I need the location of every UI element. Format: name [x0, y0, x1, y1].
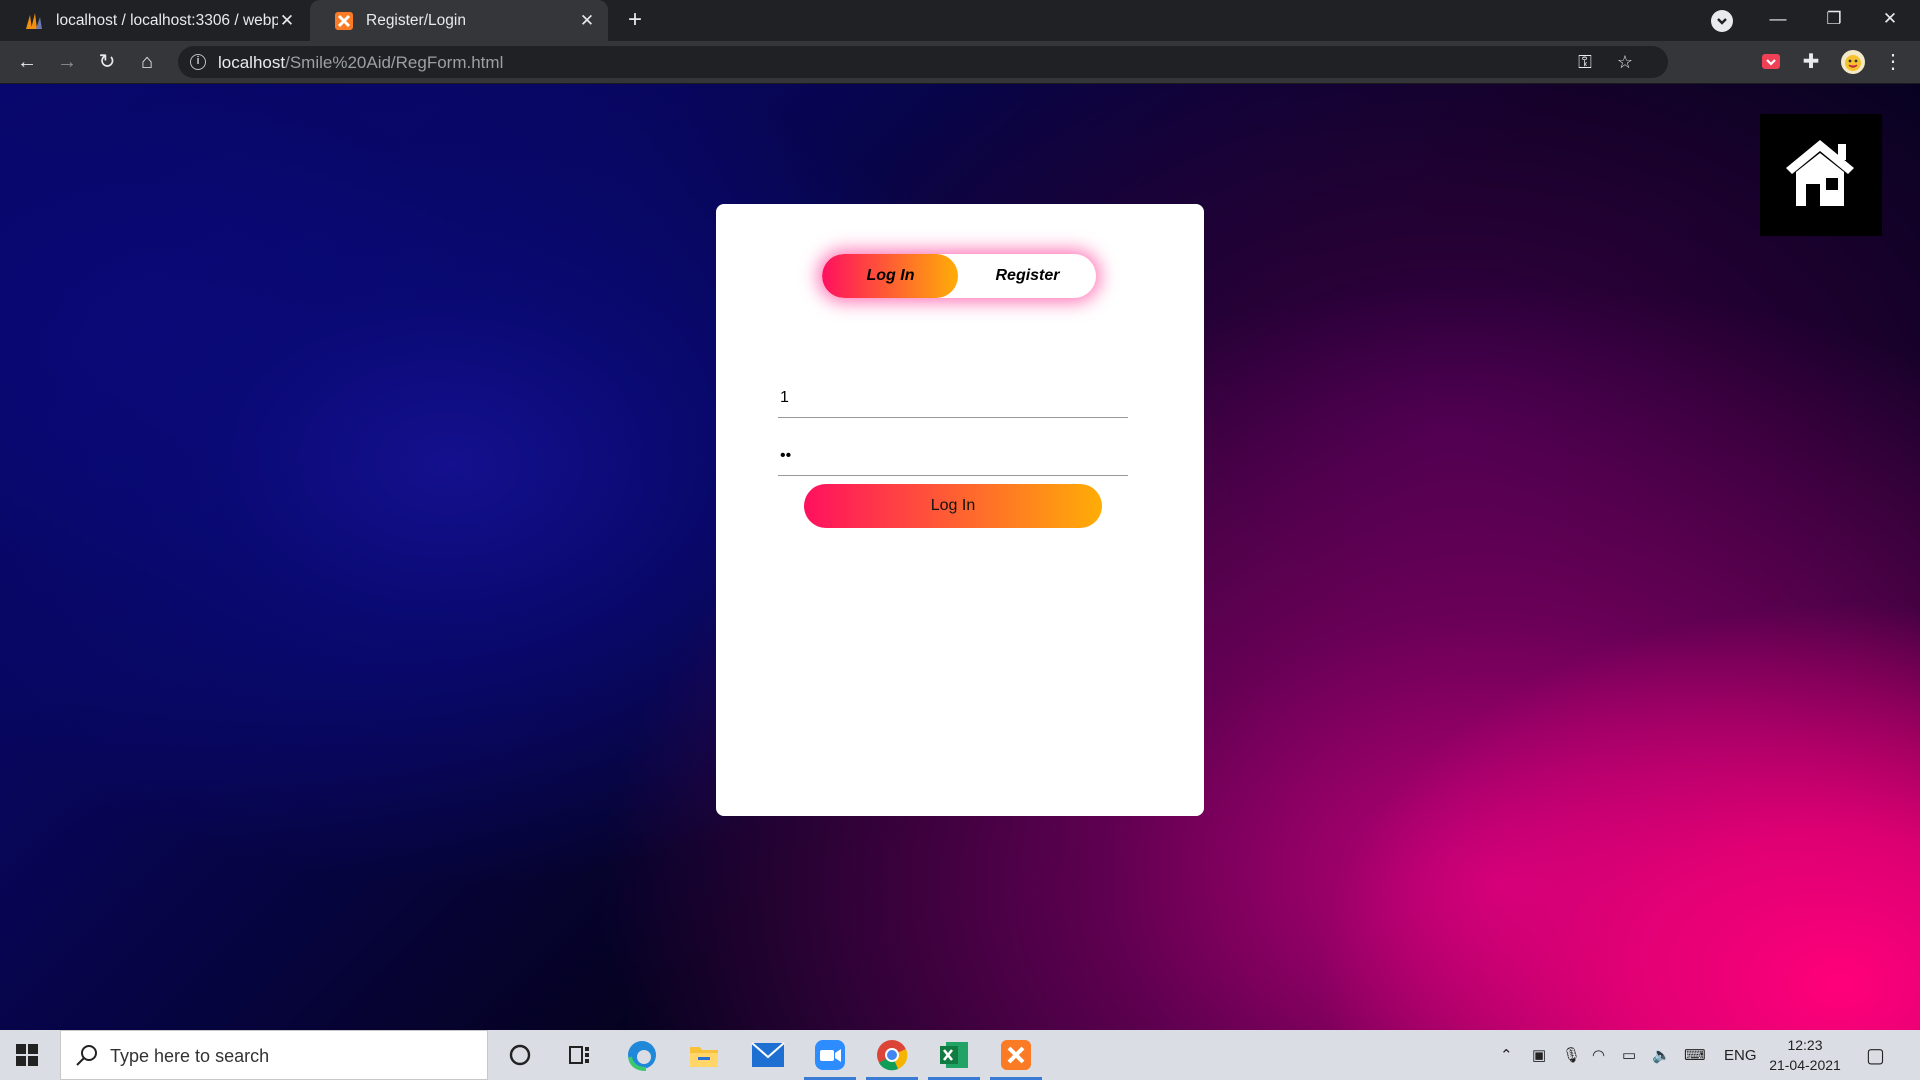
- show-hidden-icons-chevron[interactable]: ⌃: [1500, 1030, 1513, 1080]
- phpmyadmin-favicon-icon: [26, 12, 42, 29]
- clock[interactable]: 12:23 21-04-2021: [1760, 1035, 1850, 1075]
- clock-time: 12:23: [1787, 1037, 1823, 1053]
- home-button[interactable]: [1760, 114, 1882, 236]
- toggle-register-button[interactable]: Register: [959, 254, 1096, 298]
- windows-taskbar: Type here to search ⌃ ▣ 🎙 ◠ ▭ 🔈 ⌨ ENG 12…: [0, 1030, 1920, 1080]
- close-tab-icon[interactable]: ✕: [278, 11, 296, 30]
- close-tab-icon[interactable]: ✕: [578, 11, 596, 30]
- keyboard-icon[interactable]: ⌨: [1684, 1030, 1706, 1080]
- toggle-login-button[interactable]: Log In: [822, 254, 959, 298]
- key-icon[interactable]: ⚿: [1574, 51, 1596, 73]
- close-window-icon[interactable]: ✕: [1862, 0, 1918, 41]
- tab-title: localhost / localhost:3306 / webp: [56, 11, 278, 29]
- clock-date: 21-04-2021: [1769, 1057, 1841, 1073]
- wifi-icon[interactable]: ◠: [1592, 1030, 1605, 1080]
- address-bar[interactable]: i localhost/Smile%20Aid/RegForm.html ⚿ ☆: [178, 46, 1668, 78]
- url-text[interactable]: localhost/Smile%20Aid/RegForm.html: [218, 53, 503, 73]
- meet-now-icon[interactable]: ▣: [1532, 1030, 1546, 1080]
- mail-icon[interactable]: [738, 1030, 798, 1080]
- page-background: Log In Register Log In: [0, 84, 1920, 1030]
- username-input[interactable]: [778, 378, 1128, 418]
- taskbar-search-box[interactable]: Type here to search: [60, 1030, 488, 1080]
- zoom-app-icon[interactable]: [800, 1030, 860, 1080]
- tab-phpmyadmin[interactable]: localhost / localhost:3306 / webp ✕: [0, 0, 308, 41]
- task-view-icon[interactable]: [550, 1030, 610, 1080]
- file-explorer-icon[interactable]: [674, 1030, 734, 1080]
- login-register-toggle: Log In Register: [822, 254, 1096, 298]
- restore-icon[interactable]: ❐: [1806, 0, 1862, 41]
- notifications-icon[interactable]: ▢: [1866, 1030, 1885, 1080]
- tab-register-login[interactable]: Register/Login ✕: [310, 0, 608, 41]
- pocket-extension-icon[interactable]: [1758, 49, 1784, 75]
- browser-tab-strip: localhost / localhost:3306 / webp ✕ Regi…: [0, 0, 1920, 41]
- search-icon: [76, 1045, 97, 1066]
- login-submit-button[interactable]: Log In: [804, 484, 1102, 528]
- tab-title: Register/Login: [366, 11, 466, 29]
- edge-browser-icon[interactable]: [612, 1030, 672, 1080]
- extensions-puzzle-icon[interactable]: ✚: [1798, 49, 1824, 75]
- new-tab-icon[interactable]: +: [622, 8, 648, 34]
- windows-start-icon[interactable]: [16, 1044, 38, 1066]
- battery-icon[interactable]: ▭: [1622, 1030, 1636, 1080]
- forward-icon[interactable]: →: [54, 49, 80, 75]
- xampp-icon[interactable]: [986, 1030, 1046, 1080]
- excel-icon[interactable]: [924, 1030, 984, 1080]
- search-placeholder: Type here to search: [110, 1046, 270, 1066]
- volume-icon[interactable]: 🔈: [1652, 1030, 1671, 1080]
- xampp-favicon-icon: [335, 11, 353, 30]
- tab-search-icon[interactable]: [1711, 10, 1733, 32]
- language-indicator[interactable]: ENG: [1724, 1030, 1757, 1080]
- browser-toolbar: ← → ↻ ⌂ i localhost/Smile%20Aid/RegForm.…: [0, 41, 1920, 84]
- microphone-icon[interactable]: 🎙: [1562, 1030, 1581, 1080]
- house-icon: [1786, 140, 1854, 206]
- site-info-icon[interactable]: i: [190, 54, 206, 70]
- login-card: Log In Register Log In: [716, 204, 1204, 816]
- menu-kebab-icon[interactable]: ⋮: [1880, 49, 1906, 75]
- password-input[interactable]: [778, 436, 1128, 476]
- minimize-icon[interactable]: —: [1750, 0, 1806, 41]
- home-icon[interactable]: ⌂: [134, 49, 160, 75]
- chrome-icon[interactable]: [862, 1030, 922, 1080]
- back-icon[interactable]: ←: [14, 49, 40, 75]
- profile-avatar[interactable]: [1840, 49, 1866, 75]
- reload-icon[interactable]: ↻: [94, 49, 120, 75]
- cortana-icon[interactable]: [490, 1030, 550, 1080]
- bookmark-star-icon[interactable]: ☆: [1614, 51, 1636, 73]
